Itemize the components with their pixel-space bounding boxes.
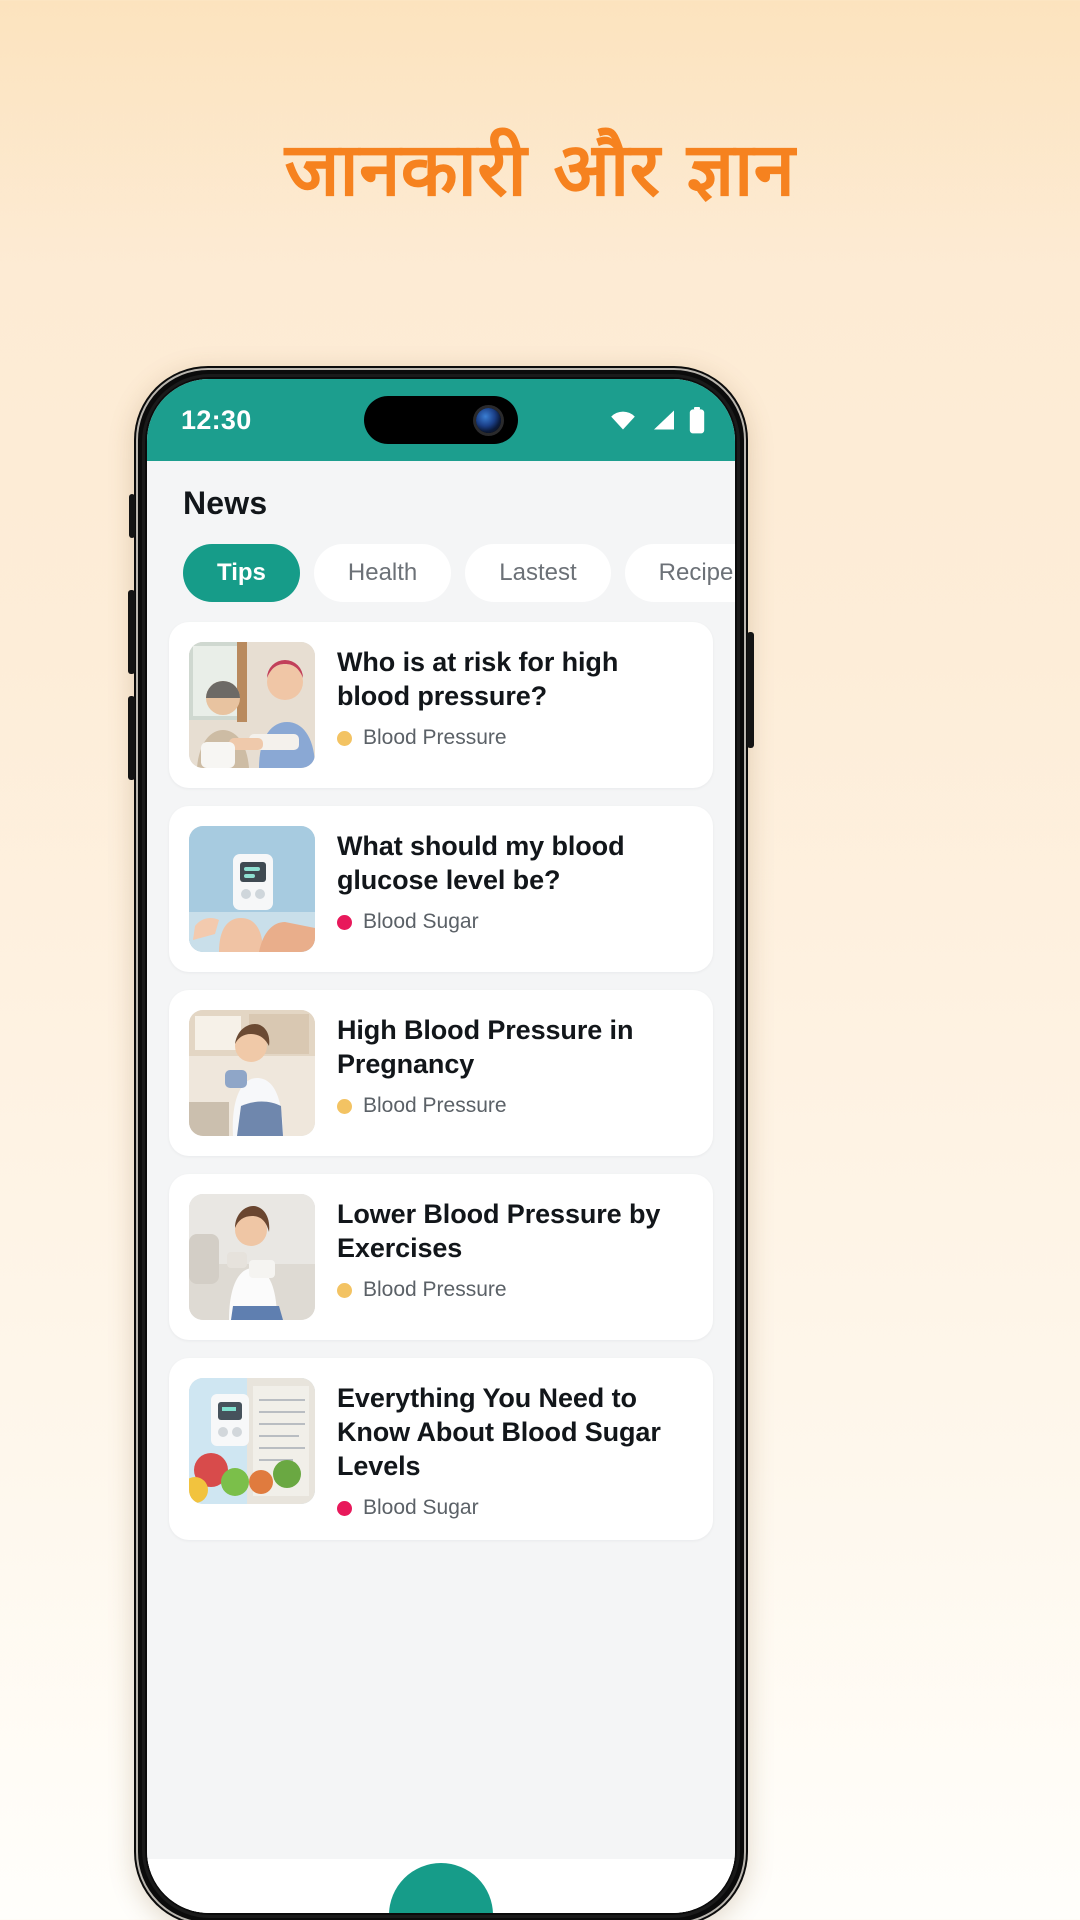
- article-tag: Blood Pressure: [337, 1094, 693, 1118]
- news-screen: News Tips Health Lastest Recipe Who is a…: [147, 461, 735, 1913]
- article-tag: Blood Sugar: [337, 910, 693, 934]
- tab-label: Health: [347, 559, 418, 586]
- tag-dot-icon: [337, 1282, 352, 1298]
- battery-icon: [689, 406, 705, 433]
- article-body: What should my blood glucose level be? B…: [337, 826, 693, 934]
- tag-dot-icon: [337, 1098, 352, 1114]
- article-title: Who is at risk for high blood pressure?: [337, 647, 619, 712]
- article-thumbnail: [189, 1010, 315, 1136]
- article-tag-label: Blood Pressure: [363, 1278, 507, 1302]
- tag-dot-icon: [337, 914, 352, 930]
- article-body: High Blood Pressure in Pregnancy Blood P…: [337, 1010, 693, 1118]
- woman-on-sofa-with-bp-cuff-photo: [189, 1194, 315, 1320]
- article-thumbnail: [189, 642, 315, 768]
- phone-mockup: 12:30 News Tips Health Lastest Recipe Wh…: [128, 366, 754, 1920]
- power-button[interactable]: [747, 632, 754, 748]
- article-card[interactable]: Lower Blood Pressure by Exercises Blood …: [169, 1174, 713, 1340]
- tab-tips[interactable]: Tips: [183, 544, 300, 602]
- promo-headline: जानकारी और ज्ञान: [284, 127, 796, 213]
- phone-screen: 12:30 News Tips Health Lastest Recipe Wh…: [147, 379, 735, 1913]
- article-body: Everything You Need to Know About Blood …: [337, 1378, 693, 1520]
- wifi-icon: [611, 411, 635, 430]
- tag-dot-icon: [337, 730, 352, 746]
- article-card[interactable]: What should my blood glucose level be? B…: [169, 806, 713, 972]
- article-card[interactable]: Everything You Need to Know About Blood …: [169, 1358, 713, 1541]
- article-body: Lower Blood Pressure by Exercises Blood …: [337, 1194, 693, 1302]
- article-tag-label: Blood Sugar: [363, 910, 479, 934]
- article-tag: Blood Pressure: [337, 1278, 693, 1302]
- elderly-woman-blood-pressure-check-photo: [189, 642, 315, 768]
- article-title: High Blood Pressure in Pregnancy: [337, 1015, 634, 1080]
- article-tag: Blood Pressure: [337, 726, 693, 750]
- article-body: Who is at risk for high blood pressure? …: [337, 642, 693, 750]
- article-tag: Blood Sugar: [337, 1496, 693, 1520]
- category-tabs: Tips Health Lastest Recipe: [147, 522, 735, 602]
- glucometer-with-healthy-food-photo: [189, 1378, 315, 1504]
- mute-switch[interactable]: [129, 494, 135, 538]
- dynamic-island: [364, 396, 518, 444]
- tab-label: Lastest: [499, 559, 577, 586]
- article-tag-label: Blood Pressure: [363, 1094, 507, 1118]
- front-camera-icon: [476, 407, 501, 433]
- pregnant-woman-measuring-bp-photo: [189, 1010, 315, 1136]
- glucose-meter-in-hand-photo: [189, 826, 315, 952]
- article-card[interactable]: Who is at risk for high blood pressure? …: [169, 622, 713, 788]
- status-time: 12:30: [181, 404, 252, 435]
- tab-lastest[interactable]: Lastest: [465, 544, 611, 602]
- article-card[interactable]: High Blood Pressure in Pregnancy Blood P…: [169, 990, 713, 1156]
- article-tag-label: Blood Pressure: [363, 726, 507, 750]
- volume-down-button[interactable]: [128, 696, 135, 780]
- tab-label: Recipe: [658, 559, 734, 586]
- article-tag-label: Blood Sugar: [363, 1496, 479, 1520]
- article-title: Everything You Need to Know About Blood …: [337, 1383, 661, 1482]
- cellular-signal-icon: [654, 410, 674, 430]
- status-bar: 12:30: [147, 379, 735, 461]
- tab-health[interactable]: Health: [313, 544, 452, 602]
- tag-dot-icon: [337, 1500, 352, 1516]
- bottom-navigation-bar: [147, 1859, 735, 1913]
- article-thumbnail: [189, 826, 315, 952]
- tab-label: Tips: [217, 559, 266, 586]
- tab-recipe[interactable]: Recipe: [624, 544, 735, 602]
- page-title: News: [183, 485, 268, 521]
- status-icons: [609, 406, 705, 434]
- article-list: Who is at risk for high blood pressure? …: [147, 602, 735, 1541]
- article-title: What should my blood glucose level be?: [337, 831, 625, 896]
- article-title: Lower Blood Pressure by Exercises: [337, 1199, 661, 1264]
- article-thumbnail: [189, 1194, 315, 1320]
- article-thumbnail: [189, 1378, 315, 1504]
- add-measurement-fab[interactable]: [389, 1863, 493, 1913]
- volume-up-button[interactable]: [128, 590, 135, 674]
